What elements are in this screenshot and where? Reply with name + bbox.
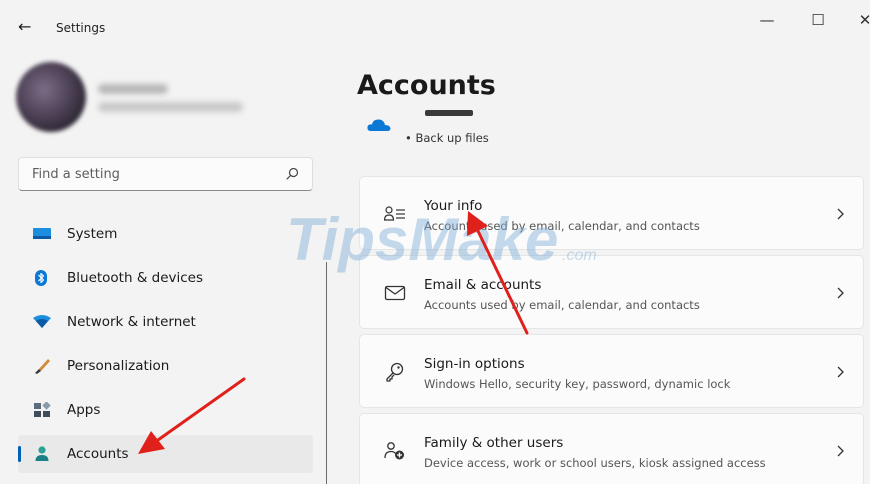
card-title: Your info [424,198,483,214]
sign-in-options-card[interactable]: Sign-in options Windows Hello, security … [359,334,864,408]
sidebar-item-personalization[interactable]: Personalization [18,347,313,385]
sidebar-item-label: Bluetooth & devices [67,270,204,286]
sidebar-item-label: System [67,226,118,242]
your-info-icon [384,206,405,221]
app-title: Settings [56,21,106,35]
sidebar-item-bluetooth[interactable]: Bluetooth & devices [18,259,313,297]
profile-name-blurred [98,84,168,94]
card-title: Email & accounts [424,277,542,293]
wifi-icon [33,315,51,328]
family-icon [384,442,404,460]
sidebar-item-label: Network & internet [67,314,196,330]
profile-email-blurred [98,102,243,112]
onedrive-icon [367,119,391,131]
backup-files-label: • Back up files [405,131,489,145]
person-icon [35,446,49,461]
active-indicator [18,446,21,462]
family-other-users-card[interactable]: Family & other users Device access, work… [359,413,864,484]
sidebar-item-network[interactable]: Network & internet [18,303,313,341]
mail-icon [384,285,406,301]
chevron-right-icon [837,287,844,299]
email-accounts-card[interactable]: Email & accounts Accounts used by email,… [359,255,864,329]
sidebar-item-label: Accounts [67,446,129,462]
sidebar-item-apps[interactable]: Apps [18,391,313,429]
avatar[interactable] [16,62,86,132]
sidebar-item-label: Apps [67,402,101,418]
sidebar-item-system[interactable]: System [18,215,313,253]
back-arrow-icon[interactable]: ← [18,18,36,36]
title-bar: ← Settings — ☐ ✕ [0,0,870,56]
chevron-right-icon [837,445,844,457]
apps-icon [34,402,51,417]
chevron-right-icon [837,208,844,220]
card-description: Device access, work or school users, kio… [424,456,766,470]
sidebar-item-accounts[interactable]: Accounts [18,435,313,473]
user-profile[interactable] [16,62,316,132]
chevron-right-icon [837,366,844,378]
card-description: Windows Hello, security key, password, d… [424,377,731,391]
bluetooth-icon [35,270,47,286]
card-description: Accounts used by email, calendar, and co… [424,298,700,312]
scrollbar[interactable] [326,262,327,484]
close-button[interactable]: ✕ [855,10,870,30]
search-box[interactable]: Find a setting [18,157,313,191]
search-input[interactable]: Find a setting [32,167,120,182]
minimize-button[interactable]: — [757,10,777,30]
brush-icon [35,359,50,374]
card-description: Accounts used by email, calendar, and co… [424,219,700,233]
card-title: Family & other users [424,435,564,451]
key-icon [386,362,404,382]
search-icon[interactable] [284,166,300,182]
system-icon [33,228,51,239]
onedrive-title-clipped [405,104,485,118]
page-title: Accounts [357,70,496,101]
your-info-card[interactable]: Your info Accounts used by email, calend… [359,176,864,250]
maximize-button[interactable]: ☐ [808,10,828,30]
card-title: Sign-in options [424,356,525,372]
sidebar-item-label: Personalization [67,358,170,374]
